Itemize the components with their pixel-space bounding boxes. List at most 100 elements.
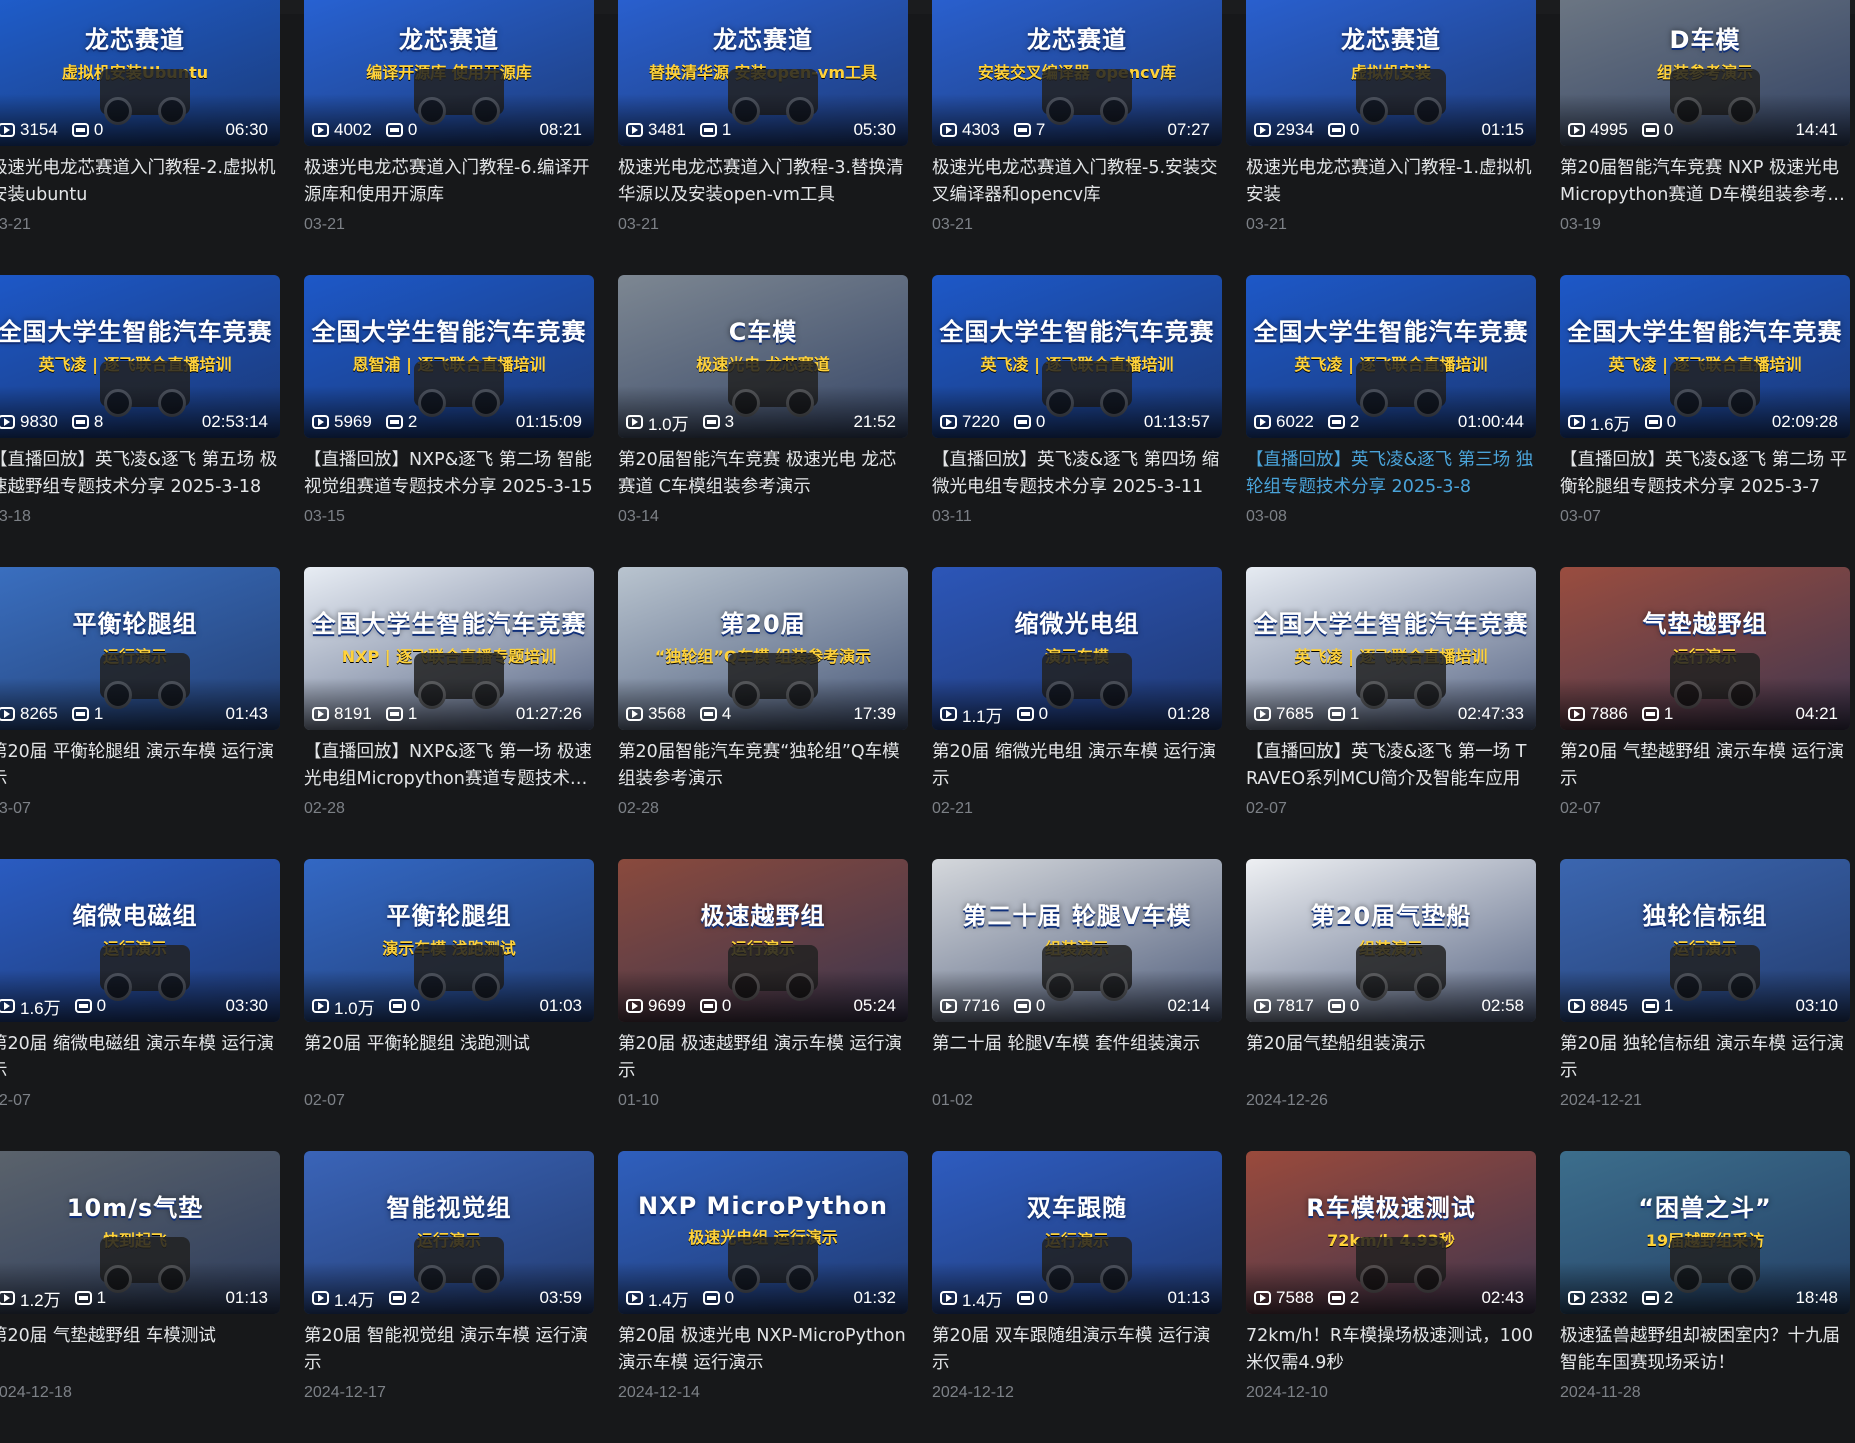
video-card[interactable]: 全国大学生智能汽车竞赛 英飞凌 | 逐飞联合直播培训 6022 2 01:00:… [1246,275,1536,567]
video-card[interactable]: 独轮信标组 运行演示 8845 1 03:10 第20届 独轮信标组 演示车模 … [1560,859,1850,1151]
video-title[interactable]: 极速光电龙芯赛道入门教程-6.编译开源库和使用开源库 [304,155,594,209]
video-thumbnail[interactable]: 全国大学生智能汽车竞赛 英飞凌 | 逐飞联合直播培训 9830 8 02:53:… [0,275,280,438]
video-thumbnail[interactable]: D车模 组装参考演示 4995 0 14:41 [1560,0,1850,146]
thumbnail-heading: 缩微电磁组 [72,902,198,930]
video-thumbnail[interactable]: 平衡轮腿组 运行演示 8265 1 01:43 [0,567,280,730]
video-card[interactable]: NXP MicroPython 极速光电组 运行演示 1.4万 0 01:32 … [618,1151,908,1443]
video-card[interactable]: 第20届气垫船 组装演示 7817 0 02:58 第20届气垫船组装演示 20… [1246,859,1536,1151]
video-card[interactable]: 第二十届 轮腿V车模 组装演示 7716 0 02:14 第二十届 轮腿V车模 … [932,859,1222,1151]
video-thumbnail[interactable]: 双车跟随 运行演示 1.4万 0 01:13 [932,1151,1222,1314]
video-thumbnail[interactable]: 10m/s气垫 快到起飞 1.2万 1 01:13 [0,1151,280,1314]
video-title[interactable]: 第20届 独轮信标组 演示车模 运行演示 [1560,1031,1850,1085]
video-thumbnail[interactable]: 全国大学生智能汽车竞赛 英飞凌 | 逐飞联合直播培训 7685 1 02:47:… [1246,567,1536,730]
video-title[interactable]: 极速光电龙芯赛道入门教程-5.安装交叉编译器和opencv库 [932,155,1222,209]
video-title[interactable]: 第20届 气垫越野组 演示车模 运行演示 [1560,739,1850,793]
video-thumbnail[interactable]: 全国大学生智能汽车竞赛 英飞凌 | 逐飞联合直播培训 7220 0 01:13:… [932,275,1222,438]
video-title[interactable]: 第20届 极速光电 NXP-MicroPython 演示车模 运行演示 [618,1323,908,1377]
video-title[interactable]: 第20届 缩微电磁组 演示车模 运行演示 [0,1031,280,1085]
video-title[interactable]: 【直播回放】英飞凌&逐飞 第五场 极速越野组专题技术分享 2025-3-18 [0,447,280,501]
video-thumbnail[interactable]: 全国大学生智能汽车竞赛 英飞凌 | 逐飞联合直播培训 1.6万 0 02:09:… [1560,275,1850,438]
publish-date: 03-19 [1560,216,1601,233]
video-thumbnail[interactable]: “困兽之斗” 19届越野组采访 2332 2 18:48 [1560,1151,1850,1314]
video-thumbnail[interactable]: 第20届 “独轮组”Q车模 组装参考演示 3568 4 17:39 [618,567,908,730]
video-title[interactable]: 【直播回放】英飞凌&逐飞 第二场 平衡轮腿组专题技术分享 2025-3-7 [1560,447,1850,501]
video-card[interactable]: 智能视觉组 运行演示 1.4万 2 03:59 第20届 智能视觉组 演示车模 … [304,1151,594,1443]
danmaku-count-value: 0 [1038,704,1049,723]
video-card[interactable]: 极速越野组 运行演示 9699 0 05:24 第20届 极速越野组 演示车模 … [618,859,908,1151]
video-card[interactable]: 10m/s气垫 快到起飞 1.2万 1 01:13 第20届 气垫越野组 车模测… [0,1151,280,1443]
video-card[interactable]: 缩微电磁组 运行演示 1.6万 0 03:30 第20届 缩微电磁组 演示车模 … [0,859,280,1151]
video-title[interactable]: 第20届智能汽车竞赛 极速光电 龙芯赛道 C车模组装参考演示 [618,447,908,501]
video-thumbnail[interactable]: R车模极速测试 72km/h 4.93秒 7588 2 02:43 [1246,1151,1536,1314]
video-thumbnail[interactable]: 龙芯赛道 安装交叉编译器 opencv库 4303 7 07:27 [932,0,1222,146]
video-title[interactable]: 第20届智能汽车竞赛“独轮组”Q车模组装参考演示 [618,739,908,793]
view-count-value: 6022 [1276,412,1314,431]
video-title[interactable]: 第20届 极速越野组 演示车模 运行演示 [618,1031,908,1085]
video-title[interactable]: 第20届 气垫越野组 车模测试 [0,1323,280,1377]
view-count: 3568 [626,704,686,724]
video-title[interactable]: 第二十届 轮腿V车模 套件组装演示 [932,1031,1222,1085]
video-card[interactable]: R车模极速测试 72km/h 4.93秒 7588 2 02:43 72km/h… [1246,1151,1536,1443]
video-thumbnail[interactable]: 缩微电磁组 运行演示 1.6万 0 03:30 [0,859,280,1022]
video-card[interactable]: 全国大学生智能汽车竞赛 英飞凌 | 逐飞联合直播培训 1.6万 0 02:09:… [1560,275,1850,567]
video-title[interactable]: 【直播回放】NXP&逐飞 第一场 极速光电组Micropython赛道专题技术分… [304,739,594,793]
video-card[interactable]: C车模 极速光电 龙芯赛道 1.0万 3 21:52 第20届智能汽车竞赛 极速… [618,275,908,567]
video-title[interactable]: 第20届 缩微光电组 演示车模 运行演示 [932,739,1222,793]
video-card[interactable]: “困兽之斗” 19届越野组采访 2332 2 18:48 极速猛兽越野组却被困室… [1560,1151,1850,1443]
video-card[interactable]: 龙芯赛道 替换清华源 安装open-vm工具 3481 1 05:30 极速光电… [618,0,908,275]
video-title[interactable]: 极速光电龙芯赛道入门教程-1.虚拟机安装 [1246,155,1536,209]
video-card[interactable]: 第20届 “独轮组”Q车模 组装参考演示 3568 4 17:39 第20届智能… [618,567,908,859]
video-title[interactable]: 72km/h！R车模操场极速测试，100米仅需4.9秒 [1246,1323,1536,1377]
video-title[interactable]: 【直播回放】英飞凌&逐飞 第一场 TRAVEO系列MCU简介及智能车应用 [1246,739,1536,793]
video-grid: 龙芯赛道 虚拟机安装Ubuntu 3154 0 06:30 极速光电龙芯赛道入门… [0,0,1850,1443]
video-thumbnail[interactable]: 第20届气垫船 组装演示 7817 0 02:58 [1246,859,1536,1022]
video-thumbnail[interactable]: 平衡轮腿组 演示车模 浅跑测试 1.0万 0 01:03 [304,859,594,1022]
video-thumbnail[interactable]: 缩微光电组 演示车模 1.1万 0 01:28 [932,567,1222,730]
video-card[interactable]: 全国大学生智能汽车竞赛 英飞凌 | 逐飞联合直播培训 7685 1 02:47:… [1246,567,1536,859]
danmaku-count-value: 7 [1035,120,1046,139]
video-card[interactable]: 缩微光电组 演示车模 1.1万 0 01:28 第20届 缩微光电组 演示车模 … [932,567,1222,859]
video-card[interactable]: 全国大学生智能汽车竞赛 NXP | 逐飞联合直播专题培训 8191 1 01:2… [304,567,594,859]
video-thumbnail[interactable]: 龙芯赛道 编译开源库 使用开源库 4002 0 08:21 [304,0,594,146]
video-title[interactable]: 第20届 双车跟随组演示车模 运行演示 [932,1323,1222,1377]
view-count-value: 5969 [334,412,372,431]
video-card[interactable]: 全国大学生智能汽车竞赛 恩智浦 | 逐飞联合直播培训 5969 2 01:15:… [304,275,594,567]
video-title[interactable]: 极速猛兽越野组却被困室内？十九届智能车国赛现场采访！ [1560,1323,1850,1377]
video-thumbnail[interactable]: 独轮信标组 运行演示 8845 1 03:10 [1560,859,1850,1022]
video-title[interactable]: 【直播回放】英飞凌&逐飞 第三场 独轮组专题技术分享 2025-3-8 [1246,447,1536,501]
play-count-icon [0,1291,15,1305]
video-card[interactable]: 龙芯赛道 安装交叉编译器 opencv库 4303 7 07:27 极速光电龙芯… [932,0,1222,275]
video-title[interactable]: 极速光电龙芯赛道入门教程-3.替换清华源以及安装open-vm工具 [618,155,908,209]
video-card[interactable]: 平衡轮腿组 演示车模 浅跑测试 1.0万 0 01:03 第20届 平衡轮腿组 … [304,859,594,1151]
video-thumbnail[interactable]: C车模 极速光电 龙芯赛道 1.0万 3 21:52 [618,275,908,438]
video-title[interactable]: 第20届智能汽车竞赛 NXP 极速光电 Micropython赛道 D车模组装参… [1560,155,1850,209]
video-thumbnail[interactable]: 全国大学生智能汽车竞赛 英飞凌 | 逐飞联合直播培训 6022 2 01:00:… [1246,275,1536,438]
video-card[interactable]: 龙芯赛道 虚拟机安装Ubuntu 3154 0 06:30 极速光电龙芯赛道入门… [0,0,280,275]
video-thumbnail[interactable]: 龙芯赛道 虚拟机安装 2934 0 01:15 [1246,0,1536,146]
video-thumbnail[interactable]: 全国大学生智能汽车竞赛 恩智浦 | 逐飞联合直播培训 5969 2 01:15:… [304,275,594,438]
video-thumbnail[interactable]: NXP MicroPython 极速光电组 运行演示 1.4万 0 01:32 [618,1151,908,1314]
video-stats: 6022 2 01:00:44 [1254,412,1524,432]
video-thumbnail[interactable]: 全国大学生智能汽车竞赛 NXP | 逐飞联合直播专题培训 8191 1 01:2… [304,567,594,730]
video-card[interactable]: 全国大学生智能汽车竞赛 英飞凌 | 逐飞联合直播培训 7220 0 01:13:… [932,275,1222,567]
video-card[interactable]: 气垫越野组 运行演示 7886 1 04:21 第20届 气垫越野组 演示车模 … [1560,567,1850,859]
video-thumbnail[interactable]: 气垫越野组 运行演示 7886 1 04:21 [1560,567,1850,730]
video-thumbnail[interactable]: 龙芯赛道 虚拟机安装Ubuntu 3154 0 06:30 [0,0,280,146]
video-title[interactable]: 第20届 平衡轮腿组 浅跑测试 [304,1031,594,1085]
video-thumbnail[interactable]: 智能视觉组 运行演示 1.4万 2 03:59 [304,1151,594,1314]
video-thumbnail[interactable]: 极速越野组 运行演示 9699 0 05:24 [618,859,908,1022]
video-card[interactable]: 双车跟随 运行演示 1.4万 0 01:13 第20届 双车跟随组演示车模 运行… [932,1151,1222,1443]
video-card[interactable]: 全国大学生智能汽车竞赛 英飞凌 | 逐飞联合直播培训 9830 8 02:53:… [0,275,280,567]
video-title[interactable]: 第20届 智能视觉组 演示车模 运行演示 [304,1323,594,1377]
video-title[interactable]: 第20届气垫船组装演示 [1246,1031,1536,1085]
video-thumbnail[interactable]: 第二十届 轮腿V车模 组装演示 7716 0 02:14 [932,859,1222,1022]
video-card[interactable]: 龙芯赛道 编译开源库 使用开源库 4002 0 08:21 极速光电龙芯赛道入门… [304,0,594,275]
video-card[interactable]: D车模 组装参考演示 4995 0 14:41 第20届智能汽车竞赛 NXP 极… [1560,0,1850,275]
video-title[interactable]: 第20届 平衡轮腿组 演示车模 运行演示 [0,739,280,793]
video-title[interactable]: 【直播回放】NXP&逐飞 第二场 智能视觉组赛道专题技术分享 2025-3-15 [304,447,594,501]
video-title[interactable]: 【直播回放】英飞凌&逐飞 第四场 缩微光电组专题技术分享 2025-3-11 [932,447,1222,501]
video-thumbnail[interactable]: 龙芯赛道 替换清华源 安装open-vm工具 3481 1 05:30 [618,0,908,146]
video-title[interactable]: 极速光电龙芯赛道入门教程-2.虚拟机安装ubuntu [0,155,280,209]
video-card[interactable]: 龙芯赛道 虚拟机安装 2934 0 01:15 极速光电龙芯赛道入门教程-1.虚… [1246,0,1536,275]
video-card[interactable]: 平衡轮腿组 运行演示 8265 1 01:43 第20届 平衡轮腿组 演示车模 … [0,567,280,859]
